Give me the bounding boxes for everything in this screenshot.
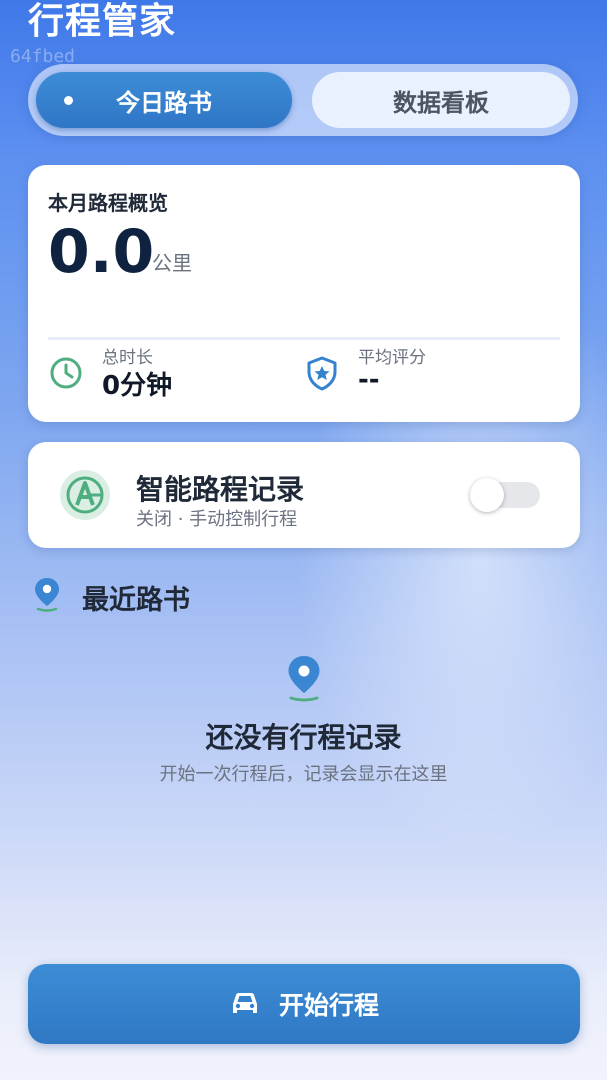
tab-data-dashboard[interactable]: 数据看板 — [312, 72, 570, 128]
shield-star-icon — [307, 356, 337, 391]
tab-label: 数据看板 — [393, 88, 489, 117]
smart-record-title: 智能路程记录 — [136, 473, 305, 506]
auto-record-icon — [60, 470, 110, 520]
tab-bar: 今日路书 数据看板 — [28, 64, 578, 136]
distance-unit: 公里 — [152, 251, 192, 275]
car-icon — [232, 993, 257, 1013]
smart-record-toggle[interactable] — [470, 478, 540, 512]
start-trip-label: 开始行程 — [278, 991, 379, 1020]
location-pin-icon — [35, 578, 59, 612]
rating-value: -- — [358, 365, 380, 395]
smart-record-status: 关闭 · 手动控制行程 — [136, 509, 298, 530]
empty-state-subtitle: 开始一次行程后，记录会显示在这里 — [159, 764, 448, 785]
distance-value: 0.0 — [48, 217, 155, 287]
duration-value: 0分钟 — [102, 371, 173, 401]
monthly-overview-card: 本月路程概览 0.0 公里 总时长 0分钟 平均评分 -- — [28, 165, 580, 422]
app-title: 行程管家 — [28, 1, 177, 42]
smart-record-card: 智能路程记录 关闭 · 手动控制行程 — [28, 442, 580, 548]
clock-icon — [50, 357, 82, 389]
location-pin-icon — [288, 656, 320, 702]
tab-today-roadbook[interactable]: 今日路书 — [36, 72, 292, 128]
start-trip-button[interactable]: 开始行程 — [28, 964, 580, 1044]
active-dot-icon — [64, 96, 73, 105]
empty-state-title: 还没有行程记录 — [205, 721, 402, 754]
overview-title: 本月路程概览 — [48, 191, 168, 215]
divider — [48, 337, 560, 340]
recent-roadbook-heading: 最近路书 — [82, 585, 190, 616]
toggle-knob — [470, 478, 504, 512]
tab-label: 今日路书 — [116, 88, 212, 117]
